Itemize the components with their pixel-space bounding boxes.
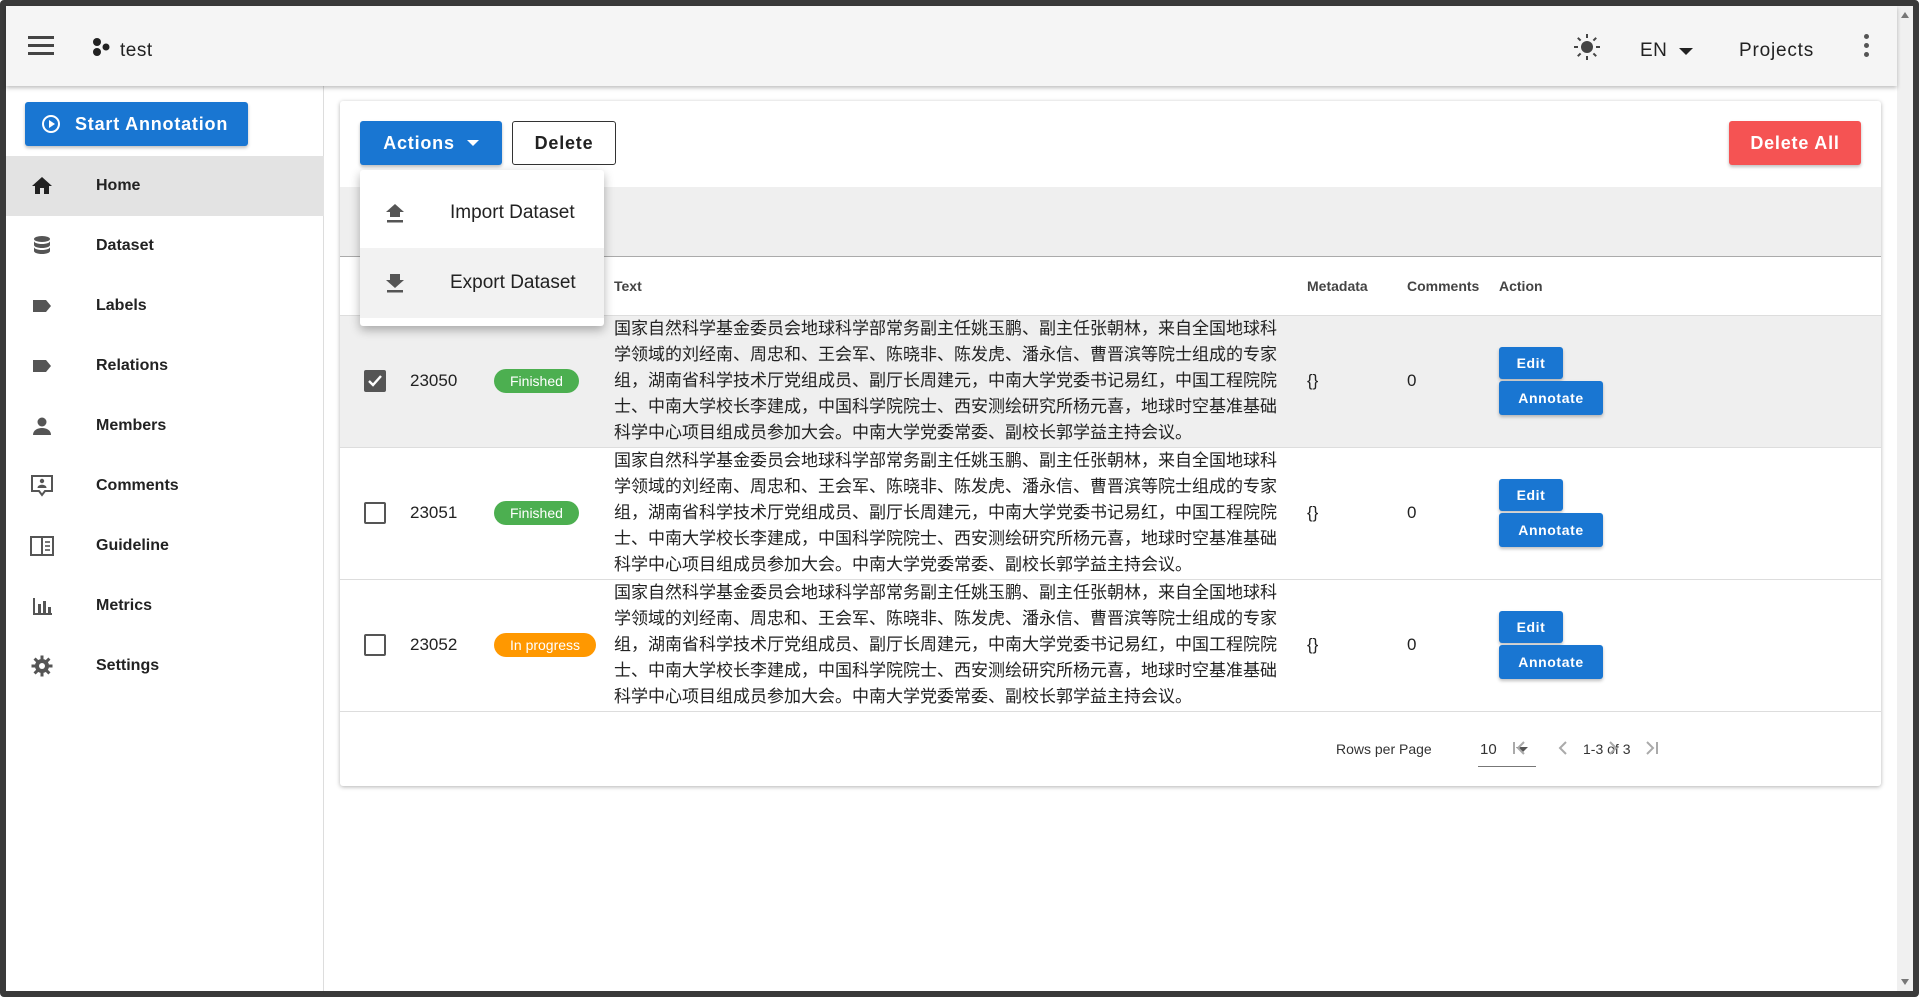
language-selector[interactable]: EN <box>1640 40 1694 62</box>
header-comments[interactable]: Comments <box>1407 257 1499 316</box>
sidebar-item-label: Relations <box>96 357 169 374</box>
status-badge: Finished <box>494 501 579 525</box>
actions-menu: Import Dataset Export Dataset <box>360 170 604 326</box>
sidebar-item-label: Members <box>96 417 167 434</box>
play-circle-icon <box>42 115 60 133</box>
start-annotation-label: Start Annotation <box>75 113 229 134</box>
sidebar-item-labels[interactable]: Labels <box>6 276 324 336</box>
comment-icon <box>28 472 56 500</box>
annotate-button[interactable]: Annotate <box>1499 645 1603 679</box>
sidebar-item-label: Home <box>96 177 141 194</box>
row-metadata: {} <box>1307 579 1407 712</box>
sidebar-item-label: Settings <box>96 657 160 674</box>
first-page-icon[interactable] <box>1505 733 1535 763</box>
sidebar-item-settings[interactable]: Settings <box>6 636 324 696</box>
menu-icon[interactable] <box>28 36 54 56</box>
sidebar-item-label: Guideline <box>96 537 169 554</box>
logo-icon <box>93 38 110 56</box>
download-icon <box>380 268 410 298</box>
sidebar-item-label: Dataset <box>96 237 154 254</box>
row-comments: 0 <box>1407 447 1499 580</box>
row-text: 国家自然科学基金委员会地球科学部常务副主任姚玉鹏、副主任张朝林，来自全国地球科学… <box>614 451 1277 574</box>
edit-button[interactable]: Edit <box>1499 611 1563 643</box>
sidebar-item-label: Labels <box>96 297 147 314</box>
sidebar-item-label: Metrics <box>96 597 153 614</box>
account-icon <box>28 412 56 440</box>
home-icon <box>28 172 56 200</box>
menu-item-label: Export Dataset <box>450 272 576 293</box>
scrollbar[interactable] <box>1897 6 1913 991</box>
row-id: 23050 <box>410 315 494 448</box>
sidebar-item-members[interactable]: Members <box>6 396 324 456</box>
chevron-down-icon <box>466 140 479 146</box>
menu-item-label: Import Dataset <box>450 202 575 223</box>
table-footer: Rows per Page 10 1-3 of 3 <box>340 711 1881 783</box>
last-page-icon[interactable] <box>1636 733 1666 763</box>
next-page-icon[interactable] <box>1598 733 1628 763</box>
projects-button[interactable]: Projects <box>1739 40 1814 62</box>
scroll-down-icon[interactable] <box>1901 979 1909 985</box>
sidebar-item-guideline[interactable]: Guideline <box>6 516 324 576</box>
edit-button[interactable]: Edit <box>1499 347 1563 379</box>
row-checkbox[interactable] <box>364 502 386 524</box>
more-vert-icon[interactable] <box>1859 34 1873 60</box>
status-badge: Finished <box>494 369 579 393</box>
theme-toggle-icon[interactable] <box>1572 32 1602 62</box>
scroll-up-icon[interactable] <box>1901 12 1909 18</box>
sidebar-item-relations[interactable]: Relations <box>6 336 324 396</box>
delete-button[interactable]: Delete <box>512 121 616 165</box>
sidebar: Start Annotation Home Dataset Labels Rel… <box>6 86 324 991</box>
actions-button[interactable]: Actions <box>360 121 502 165</box>
menu-item-import-dataset[interactable]: Import Dataset <box>360 178 604 248</box>
label-icon <box>28 352 56 380</box>
book-icon <box>28 532 56 560</box>
app-title[interactable]: test <box>120 40 153 62</box>
table-row[interactable]: 23050 Finished 国家自然科学基金委员会地球科学部常务副主任姚玉鹏、… <box>340 315 1881 448</box>
sidebar-item-label: Comments <box>96 477 179 494</box>
actions-label: Actions <box>383 132 455 153</box>
sidebar-item-home[interactable]: Home <box>6 156 324 216</box>
row-id: 23052 <box>410 579 494 712</box>
gear-icon <box>28 652 56 680</box>
sidebar-item-comments[interactable]: Comments <box>6 456 324 516</box>
database-icon <box>28 232 56 260</box>
row-checkbox[interactable] <box>364 370 386 392</box>
check-icon <box>368 375 382 387</box>
row-comments: 0 <box>1407 579 1499 712</box>
delete-all-button[interactable]: Delete All <box>1729 121 1861 165</box>
menu-item-export-dataset[interactable]: Export Dataset <box>360 248 604 318</box>
bar-chart-icon <box>28 592 56 620</box>
row-checkbox[interactable] <box>364 634 386 656</box>
row-metadata: {} <box>1307 315 1407 448</box>
row-id: 23051 <box>410 447 494 580</box>
annotate-button[interactable]: Annotate <box>1499 513 1603 547</box>
sidebar-nav: Home Dataset Labels Relations Members Co… <box>6 156 324 696</box>
row-comments: 0 <box>1407 315 1499 448</box>
sidebar-item-dataset[interactable]: Dataset <box>6 216 324 276</box>
rows-per-page-label: Rows per Page <box>1336 741 1432 757</box>
language-label: EN <box>1640 40 1668 61</box>
rows-per-page-value: 10 <box>1480 741 1497 758</box>
annotate-button[interactable]: Annotate <box>1499 381 1603 415</box>
table-row[interactable]: 23052 In progress 国家自然科学基金委员会地球科学部常务副主任姚… <box>340 579 1881 712</box>
edit-button[interactable]: Edit <box>1499 479 1563 511</box>
row-text: 国家自然科学基金委员会地球科学部常务副主任姚玉鹏、副主任张朝林，来自全国地球科学… <box>614 319 1277 442</box>
upload-icon <box>380 198 410 228</box>
sidebar-item-metrics[interactable]: Metrics <box>6 576 324 636</box>
app-bar: test EN Projects <box>6 6 1897 86</box>
row-text: 国家自然科学基金委员会地球科学部常务副主任姚玉鹏、副主任张朝林，来自全国地球科学… <box>614 583 1277 706</box>
status-badge: In progress <box>494 633 597 657</box>
chevron-down-icon <box>1679 47 1694 55</box>
header-metadata[interactable]: Metadata <box>1307 257 1407 316</box>
row-metadata: {} <box>1307 447 1407 580</box>
label-icon <box>28 292 56 320</box>
header-text[interactable]: Text <box>614 257 1307 316</box>
header-action: Action <box>1499 257 1881 316</box>
table-row[interactable]: 23051 Finished 国家自然科学基金委员会地球科学部常务副主任姚玉鹏、… <box>340 447 1881 580</box>
prev-page-icon[interactable] <box>1548 733 1578 763</box>
start-annotation-button[interactable]: Start Annotation <box>25 102 248 146</box>
